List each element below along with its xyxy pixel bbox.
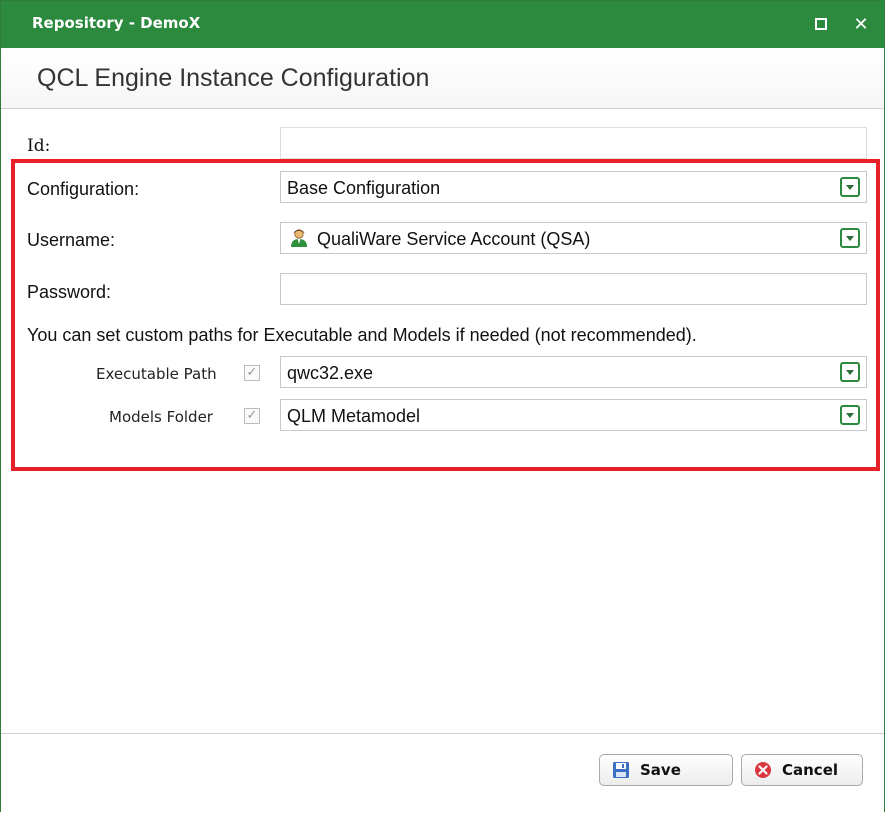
username-select[interactable]: QualiWare Service Account (QSA) xyxy=(280,222,867,254)
page-title: QCL Engine Instance Configuration xyxy=(37,64,430,92)
executable-path-checkbox[interactable]: ✓ xyxy=(244,365,260,381)
username-label: Username: xyxy=(27,230,116,250)
repository-dialog: Repository - DemoX ✕ QCL Engine Instance… xyxy=(0,0,885,813)
maximize-button[interactable] xyxy=(810,13,832,35)
username-value: QualiWare Service Account (QSA) xyxy=(317,229,591,249)
id-field[interactable] xyxy=(280,127,867,159)
cancel-icon xyxy=(755,762,771,778)
cancel-button[interactable]: Cancel xyxy=(741,754,863,786)
title-bar[interactable]: Repository - DemoX ✕ xyxy=(1,1,884,48)
maximize-icon xyxy=(815,18,827,30)
executable-path-label: Executable Path xyxy=(96,365,217,383)
password-field[interactable] xyxy=(280,273,867,305)
dialog-header: QCL Engine Instance Configuration xyxy=(1,48,884,109)
chevron-down-icon[interactable] xyxy=(840,228,860,248)
dialog-footer: Save Cancel xyxy=(1,733,884,813)
save-label: Save xyxy=(640,761,681,779)
models-folder-value: QLM Metamodel xyxy=(287,406,421,426)
close-button[interactable]: ✕ xyxy=(850,13,872,35)
models-folder-label: Models Folder xyxy=(109,408,213,426)
configuration-value: Base Configuration xyxy=(287,178,441,198)
configuration-label: Configuration: xyxy=(27,179,140,199)
executable-path-select[interactable]: qwc32.exe xyxy=(280,356,867,388)
configuration-select[interactable]: Base Configuration xyxy=(280,171,867,203)
id-label: Id: xyxy=(27,136,51,156)
window-title: Repository - DemoX xyxy=(32,14,201,32)
executable-path-value: qwc32.exe xyxy=(287,363,374,383)
cancel-label: Cancel xyxy=(782,761,839,779)
models-folder-checkbox[interactable]: ✓ xyxy=(244,408,260,424)
close-icon: ✕ xyxy=(853,13,869,35)
chevron-down-icon[interactable] xyxy=(840,362,860,382)
chevron-down-icon[interactable] xyxy=(840,405,860,425)
custom-paths-note: You can set custom paths for Executable … xyxy=(27,325,697,345)
user-icon xyxy=(291,229,307,247)
password-label: Password: xyxy=(27,282,112,302)
save-button[interactable]: Save xyxy=(599,754,733,786)
chevron-down-icon[interactable] xyxy=(840,177,860,197)
floppy-disk-icon xyxy=(613,762,629,778)
models-folder-select[interactable]: QLM Metamodel xyxy=(280,399,867,431)
